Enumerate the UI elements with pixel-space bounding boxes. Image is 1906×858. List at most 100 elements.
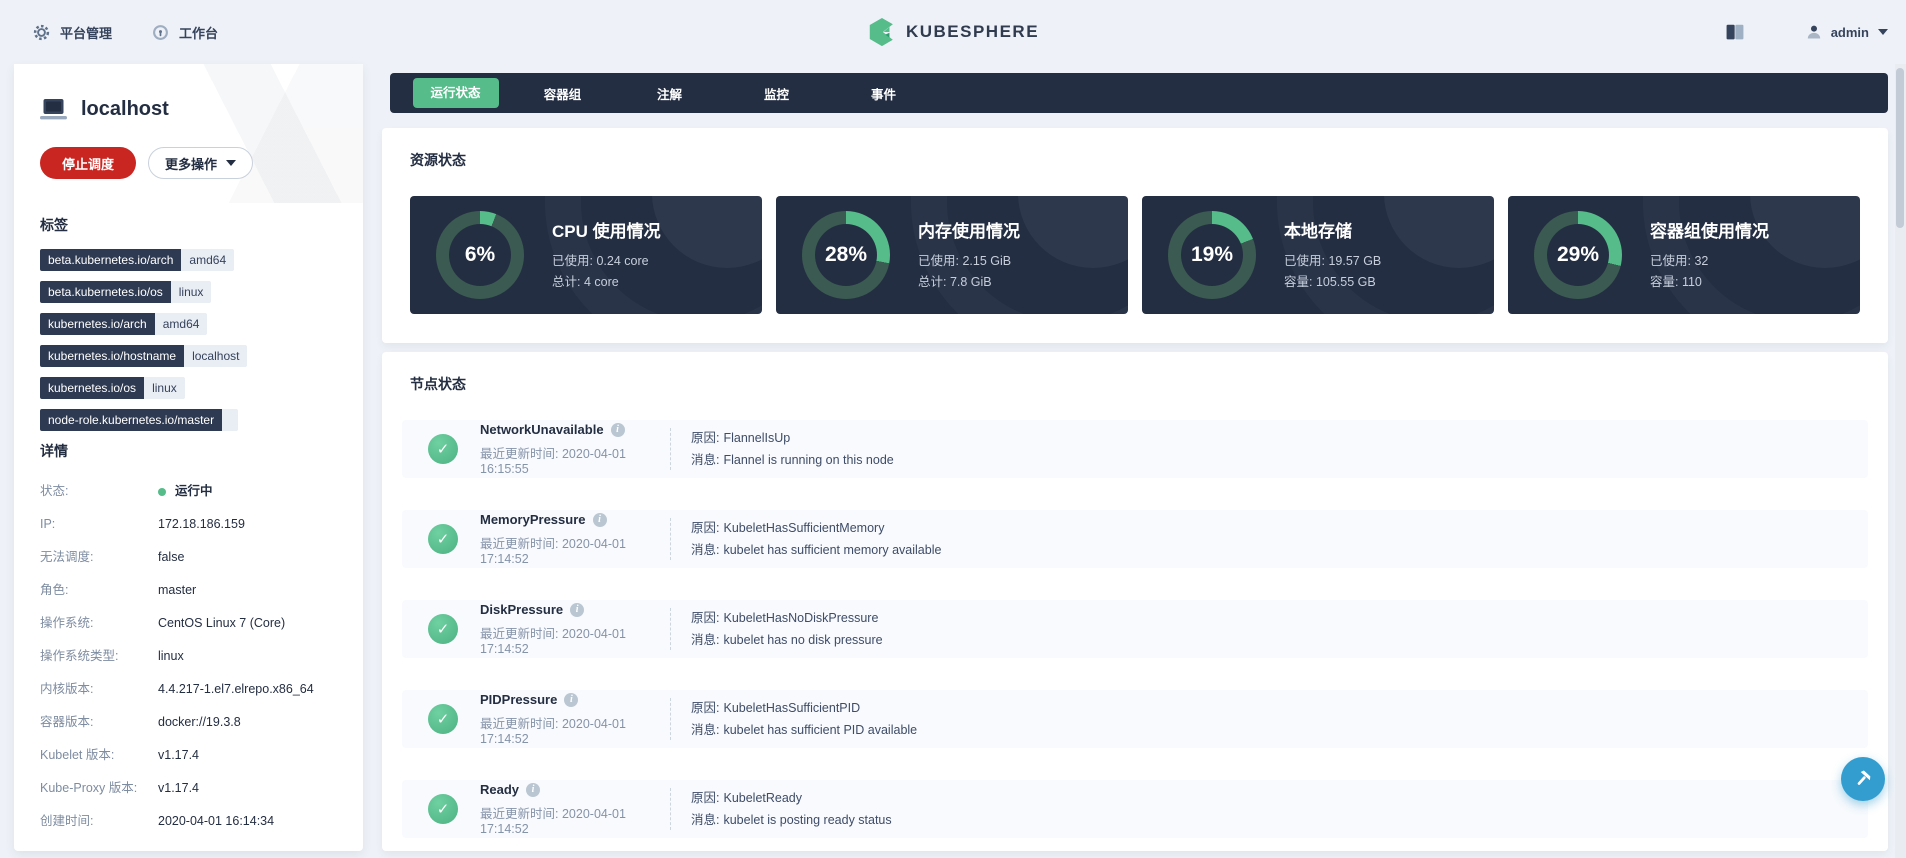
username-label: admin bbox=[1830, 24, 1869, 40]
resource-card-pods: 29% 容器组使用情况 已使用: 32 容量: 110 bbox=[1508, 196, 1860, 314]
user-avatar-icon bbox=[1807, 25, 1820, 39]
tab-pods[interactable]: 容器组 bbox=[509, 84, 616, 103]
detail-row-role: 角色: master bbox=[40, 574, 337, 607]
scrollbar-thumb[interactable] bbox=[1896, 68, 1904, 228]
condition-reason: KubeletReady bbox=[723, 791, 803, 805]
label-value bbox=[222, 409, 239, 431]
condition-reason: KubeletHasSufficientMemory bbox=[723, 521, 885, 535]
kubesphere-logo[interactable]: KUBESPHERE bbox=[867, 17, 1039, 47]
detail-label: 操作系统类型: bbox=[40, 649, 119, 663]
workbench-icon bbox=[153, 24, 168, 40]
condition-message: kubelet has sufficient PID available bbox=[723, 723, 918, 737]
toolbox-fab-button[interactable] bbox=[1841, 757, 1885, 801]
check-circle-icon: ✓ bbox=[428, 614, 458, 644]
detail-value: false bbox=[158, 550, 185, 564]
detail-label: 操作系统: bbox=[40, 616, 94, 630]
card-used: 已使用: 2.15 GiB bbox=[918, 254, 1012, 268]
resource-card-local-storage: 19% 本地存储 已使用: 19.57 GB 容量: 105.55 GB bbox=[1142, 196, 1494, 314]
resource-status-heading: 资源状态 bbox=[410, 152, 466, 168]
label-key: beta.kubernetes.io/os bbox=[40, 281, 171, 303]
pods-usage-gauge: 29% bbox=[1534, 211, 1622, 299]
label-key: node-role.kubernetes.io/master bbox=[40, 409, 223, 431]
check-circle-icon: ✓ bbox=[428, 794, 458, 824]
card-total: 总计: 4 core bbox=[552, 275, 619, 289]
detail-label: Kube-Proxy 版本: bbox=[40, 781, 138, 795]
vertical-scrollbar[interactable] bbox=[1895, 64, 1906, 858]
node-label: node-role.kubernetes.io/master bbox=[40, 409, 239, 431]
condition-row-ready: ✓ Ready 最近更新时间: 2020-04-01 17:14:52 原因:K… bbox=[402, 780, 1868, 838]
hammer-icon bbox=[1857, 770, 1871, 785]
label-value: linux bbox=[170, 281, 212, 303]
labels-heading: 标签 bbox=[40, 217, 68, 233]
detail-value: 运行中 bbox=[158, 484, 213, 499]
cpu-usage-gauge: 6% bbox=[436, 211, 524, 299]
stop-scheduling-button[interactable]: 停止调度 bbox=[40, 147, 137, 179]
condition-row-network-unavailable: ✓ NetworkUnavailable 最近更新时间: 2020-04-01 … bbox=[402, 420, 1868, 478]
card-title: 本地存储 bbox=[1284, 222, 1352, 241]
details-section: 详情 状态: 运行中 IP: 172.18.186.159 无法调度: fals… bbox=[14, 441, 363, 838]
card-used: 已使用: 0.24 core bbox=[552, 254, 649, 268]
condition-name: MemoryPressure bbox=[480, 512, 586, 527]
info-icon[interactable] bbox=[592, 512, 607, 527]
condition-name: NetworkUnavailable bbox=[480, 422, 604, 437]
storage-usage-gauge: 19% bbox=[1168, 211, 1256, 299]
documentation-book-icon[interactable] bbox=[1726, 24, 1744, 40]
label-value: amd64 bbox=[154, 313, 208, 335]
tab-annotations[interactable]: 注解 bbox=[616, 84, 723, 103]
detail-label: 角色: bbox=[40, 583, 69, 597]
tab-events[interactable]: 事件 bbox=[830, 84, 937, 103]
detail-label: 容器版本: bbox=[40, 715, 94, 729]
node-sidebar-header: localhost 停止调度 更多操作 bbox=[14, 64, 363, 203]
info-icon[interactable] bbox=[564, 692, 579, 707]
memory-usage-gauge: 28% bbox=[802, 211, 890, 299]
condition-reason: KubeletHasSufficientPID bbox=[723, 701, 861, 715]
platform-management-label: 平台管理 bbox=[60, 25, 113, 41]
condition-row-memory-pressure: ✓ MemoryPressure 最近更新时间: 2020-04-01 17:1… bbox=[402, 510, 1868, 568]
condition-message: kubelet has no disk pressure bbox=[723, 633, 883, 647]
card-title: 容器组使用情况 bbox=[1650, 222, 1769, 241]
resource-status-panel: 资源状态 6% CPU 使用情况 已使用: 0.24 core 总计: 4 co… bbox=[382, 128, 1888, 343]
card-total: 容量: 105.55 GB bbox=[1284, 275, 1376, 289]
node-label: kubernetes.io/arch amd64 bbox=[40, 313, 208, 335]
check-circle-icon: ✓ bbox=[428, 704, 458, 734]
detail-row-container-runtime: 容器版本: docker://19.3.8 bbox=[40, 706, 337, 739]
label-key: kubernetes.io/hostname bbox=[40, 345, 185, 367]
info-icon[interactable] bbox=[570, 602, 585, 617]
label-value: linux bbox=[144, 377, 185, 399]
info-icon[interactable] bbox=[526, 782, 541, 797]
card-used: 已使用: 32 bbox=[1650, 254, 1709, 268]
nav-platform-management[interactable]: 平台管理 bbox=[33, 23, 112, 42]
condition-row-pid-pressure: ✓ PIDPressure 最近更新时间: 2020-04-01 17:14:5… bbox=[402, 690, 1868, 748]
label-key: beta.kubernetes.io/arch bbox=[40, 249, 182, 271]
more-actions-button[interactable]: 更多操作 bbox=[148, 147, 254, 179]
tab-running-status[interactable]: 运行状态 bbox=[412, 78, 499, 108]
node-label: kubernetes.io/os linux bbox=[40, 377, 185, 399]
card-total: 容量: 110 bbox=[1650, 275, 1702, 289]
detail-value: docker://19.3.8 bbox=[158, 715, 241, 729]
info-icon[interactable] bbox=[610, 422, 625, 437]
detail-label: 内核版本: bbox=[40, 682, 94, 696]
gauge-percent: 28% bbox=[824, 243, 868, 266]
label-key: kubernetes.io/arch bbox=[40, 313, 155, 335]
label-value: amd64 bbox=[181, 249, 235, 271]
detail-row-os-type: 操作系统类型: linux bbox=[40, 640, 337, 673]
card-title: 内存使用情况 bbox=[918, 222, 1020, 241]
condition-row-disk-pressure: ✓ DiskPressure 最近更新时间: 2020-04-01 17:14:… bbox=[402, 600, 1868, 658]
detail-row-unschedulable: 无法调度: false bbox=[40, 541, 337, 574]
card-title: CPU 使用情况 bbox=[552, 222, 661, 241]
detail-value: v1.17.4 bbox=[158, 748, 200, 762]
detail-row-ip: IP: 172.18.186.159 bbox=[40, 508, 337, 541]
tab-monitoring[interactable]: 监控 bbox=[723, 84, 830, 103]
check-circle-icon: ✓ bbox=[428, 524, 458, 554]
node-label: kubernetes.io/hostname localhost bbox=[40, 345, 248, 367]
detail-label: 创建时间: bbox=[40, 814, 94, 828]
user-menu[interactable]: admin bbox=[1806, 24, 1888, 40]
header-right: admin bbox=[1726, 24, 1888, 40]
gear-icon bbox=[33, 24, 50, 40]
details-heading: 详情 bbox=[40, 443, 68, 459]
condition-reason: FlannelIsUp bbox=[723, 431, 791, 445]
check-circle-icon: ✓ bbox=[428, 434, 458, 464]
nav-workbench[interactable]: 工作台 bbox=[152, 23, 218, 42]
kubesphere-node-detail-page: 平台管理 工作台 KUBESPHERE admin localhost 停止调度… bbox=[0, 0, 1906, 858]
label-key: kubernetes.io/os bbox=[40, 377, 145, 399]
